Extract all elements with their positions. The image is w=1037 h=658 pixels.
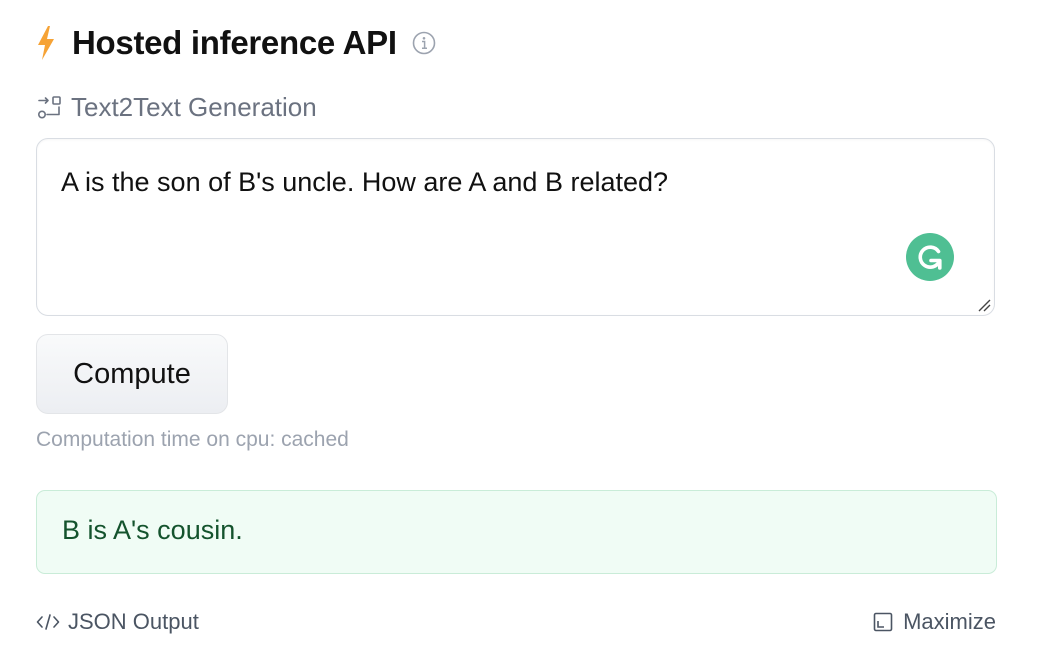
task-label: Text2Text Generation [71,91,317,122]
text2text-task-icon [37,95,62,120]
compute-button[interactable]: Compute [36,334,228,414]
output-text: B is A's cousin. [62,515,243,545]
grammarly-icon[interactable] [906,233,954,281]
code-icon [36,613,60,631]
text-input[interactable]: A is the son of B's uncle. How are A and… [36,138,995,316]
info-circle-icon[interactable] [412,31,436,55]
lightning-bolt-icon [36,26,56,60]
json-output-label: JSON Output [68,609,199,634]
maximize-icon [873,612,893,632]
input-text[interactable]: A is the son of B's uncle. How are A and… [61,167,668,198]
output-box: B is A's cousin. [36,490,997,574]
resize-handle-icon[interactable] [977,298,991,312]
json-output-toggle[interactable]: JSON Output [36,606,199,638]
widget-title: Hosted inference API [72,24,397,61]
task-type: Text2Text Generation [37,90,317,124]
widget-header: Hosted inference API [36,22,436,64]
maximize-label: Maximize [903,609,996,634]
maximize-button[interactable]: Maximize [873,606,996,638]
computation-time: Computation time on cpu: cached [36,428,349,451]
